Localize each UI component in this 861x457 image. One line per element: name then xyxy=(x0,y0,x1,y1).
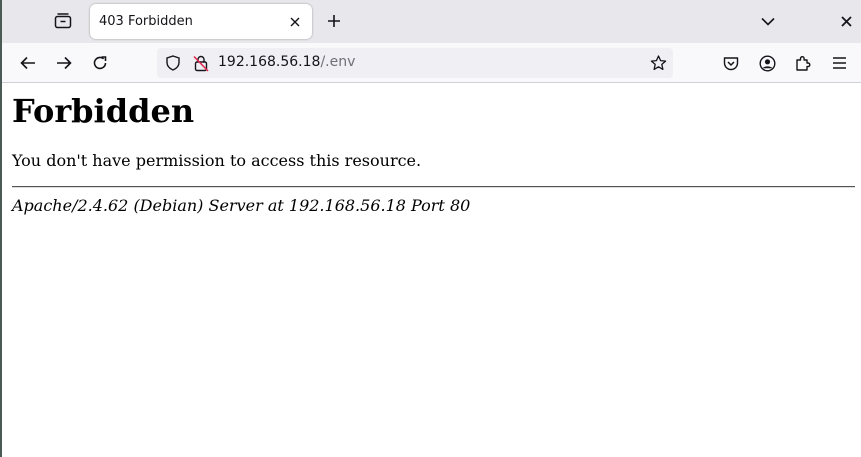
plus-icon[interactable] xyxy=(320,7,348,35)
tracking-protection-shield-icon[interactable] xyxy=(163,53,183,73)
tab-title: 403 Forbidden xyxy=(99,14,193,29)
arrow-right-icon[interactable] xyxy=(49,48,79,78)
url-host: 192.168.56.18 xyxy=(218,54,321,70)
reload-icon[interactable] xyxy=(85,48,115,78)
chevron-down-icon[interactable] xyxy=(754,7,782,35)
account-icon[interactable] xyxy=(752,48,782,78)
horizontal-rule xyxy=(12,186,855,188)
url-path: /.env xyxy=(320,54,356,70)
insecure-lock-icon[interactable] xyxy=(191,53,211,73)
page-title: Forbidden xyxy=(12,92,195,130)
tab-active[interactable]: 403 Forbidden xyxy=(90,4,312,39)
pocket-icon[interactable] xyxy=(716,48,746,78)
tab-overview-icon[interactable] xyxy=(46,5,80,37)
star-icon[interactable] xyxy=(647,52,669,74)
url-bar[interactable]: 192.168.56.18/.env xyxy=(157,48,673,78)
extensions-icon[interactable] xyxy=(788,48,818,78)
tab-strip: 403 Forbidden xyxy=(2,0,861,43)
url-text[interactable]: 192.168.56.18/.env xyxy=(218,54,355,70)
browser-window: 403 Forbidden 192.168.56.18/.env Forbidd… xyxy=(0,0,861,457)
navigation-toolbar: 192.168.56.18/.env xyxy=(2,43,861,83)
window-close-icon[interactable] xyxy=(832,7,860,35)
arrow-left-icon[interactable] xyxy=(13,48,43,78)
hamburger-menu-icon[interactable] xyxy=(824,48,854,78)
page-content: Forbidden You don't have permission to a… xyxy=(4,84,861,457)
error-message: You don't have permission to access this… xyxy=(12,151,422,170)
close-icon[interactable] xyxy=(284,11,306,33)
server-signature: Apache/2.4.62 (Debian) Server at 192.168… xyxy=(12,196,471,215)
